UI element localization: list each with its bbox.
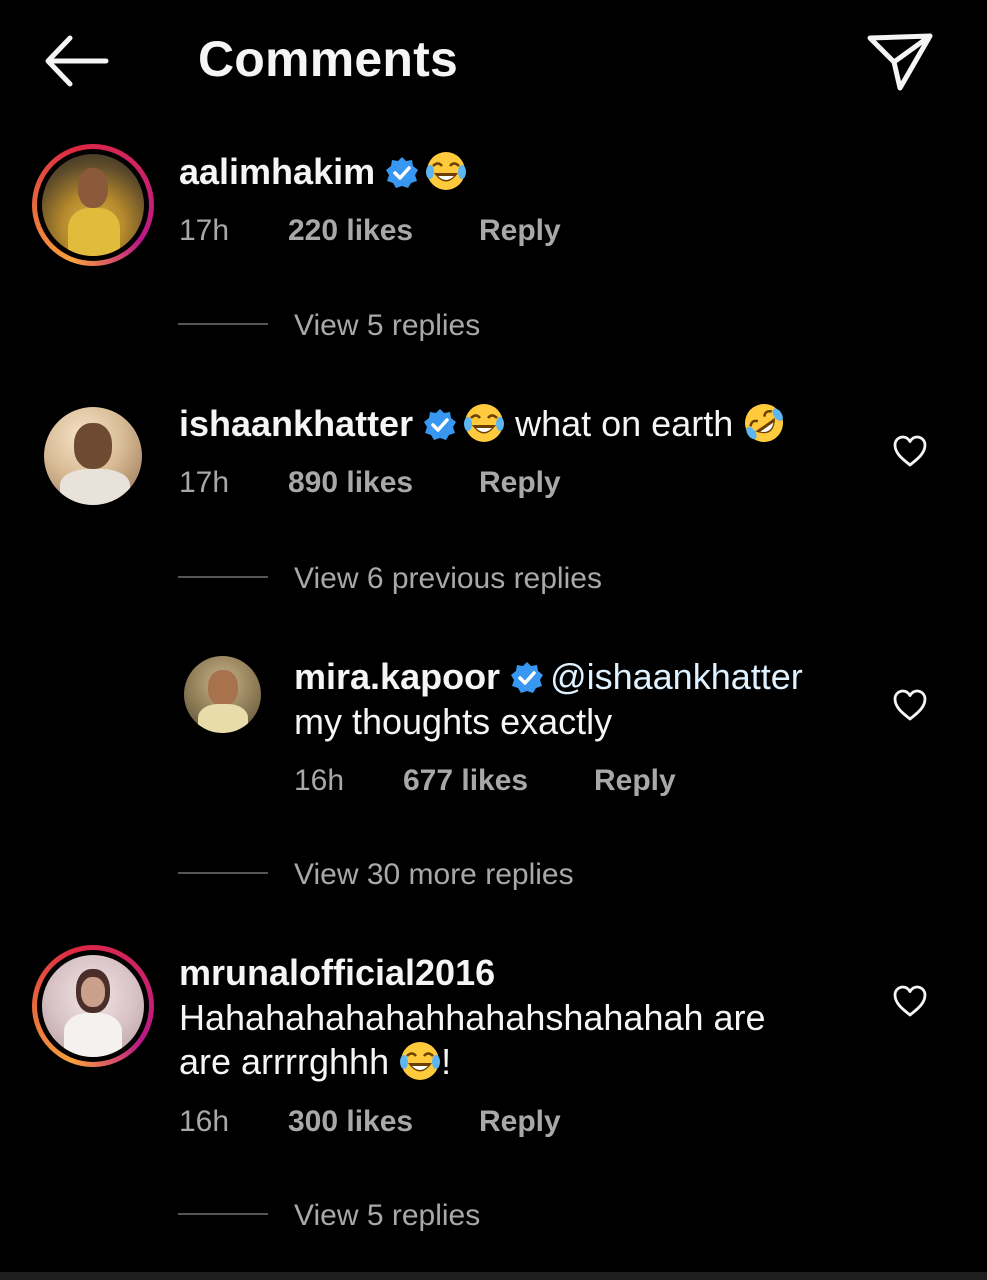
- view-replies-link[interactable]: View 6 previous replies: [294, 562, 602, 596]
- comment-text: what on earth: [515, 403, 734, 444]
- reply-button[interactable]: Reply: [479, 1105, 561, 1138]
- comment-time: 17h: [179, 214, 230, 247]
- tears-of-joy-emoji-icon: [426, 152, 467, 190]
- comment-text: are arrrrghhh: [179, 1041, 390, 1082]
- comment-username[interactable]: aalimhakim: [179, 151, 375, 192]
- comment-text: Hahahahahahahhahahshahahah are: [179, 997, 766, 1038]
- comment-username[interactable]: mrunalofficial2016: [179, 952, 495, 993]
- comment-time: 16h: [294, 764, 345, 797]
- avatar[interactable]: [32, 144, 154, 266]
- reply-button[interactable]: Reply: [479, 466, 561, 499]
- comment-text-end: !: [441, 1041, 452, 1082]
- divider: [178, 323, 268, 325]
- comment-username[interactable]: ishaankhatter: [179, 403, 413, 444]
- rolling-on-floor-laughing-emoji-icon: [745, 404, 784, 442]
- view-replies-link[interactable]: View 30 more replies: [294, 858, 574, 892]
- divider: [178, 576, 268, 578]
- view-replies-link[interactable]: View 5 replies: [294, 1199, 480, 1233]
- comment-likes[interactable]: 300 likes: [288, 1105, 413, 1138]
- bottom-bar: [0, 1272, 987, 1280]
- comment-likes[interactable]: 220 likes: [288, 214, 413, 247]
- paper-plane-icon[interactable]: [864, 28, 936, 94]
- verified-badge-icon: [424, 409, 457, 440]
- verified-badge-icon: [386, 157, 419, 188]
- verified-badge-icon: [511, 662, 544, 693]
- divider: [178, 1213, 268, 1215]
- back-arrow-icon[interactable]: [40, 30, 112, 92]
- avatar[interactable]: [44, 407, 142, 505]
- divider: [178, 872, 268, 874]
- comment-likes[interactable]: 677 likes: [403, 764, 528, 797]
- tears-of-joy-emoji-icon: [464, 404, 505, 442]
- avatar[interactable]: [184, 656, 261, 733]
- heart-icon[interactable]: [892, 984, 928, 1018]
- mention-link[interactable]: @ishaankhatter: [550, 656, 803, 697]
- avatar[interactable]: [32, 945, 154, 1067]
- comment-text: my thoughts exactly: [294, 701, 613, 742]
- reply-button[interactable]: Reply: [479, 214, 561, 247]
- heart-icon[interactable]: [892, 434, 928, 468]
- heart-icon[interactable]: [892, 688, 928, 722]
- page-title: Comments: [198, 31, 458, 87]
- view-replies-link[interactable]: View 5 replies: [294, 309, 480, 343]
- comment-username[interactable]: mira.kapoor: [294, 656, 500, 697]
- comment-likes[interactable]: 890 likes: [288, 466, 413, 499]
- tears-of-joy-emoji-icon: [400, 1042, 441, 1080]
- comment-time: 16h: [179, 1105, 230, 1138]
- reply-button[interactable]: Reply: [594, 764, 676, 797]
- comment-time: 17h: [179, 466, 230, 499]
